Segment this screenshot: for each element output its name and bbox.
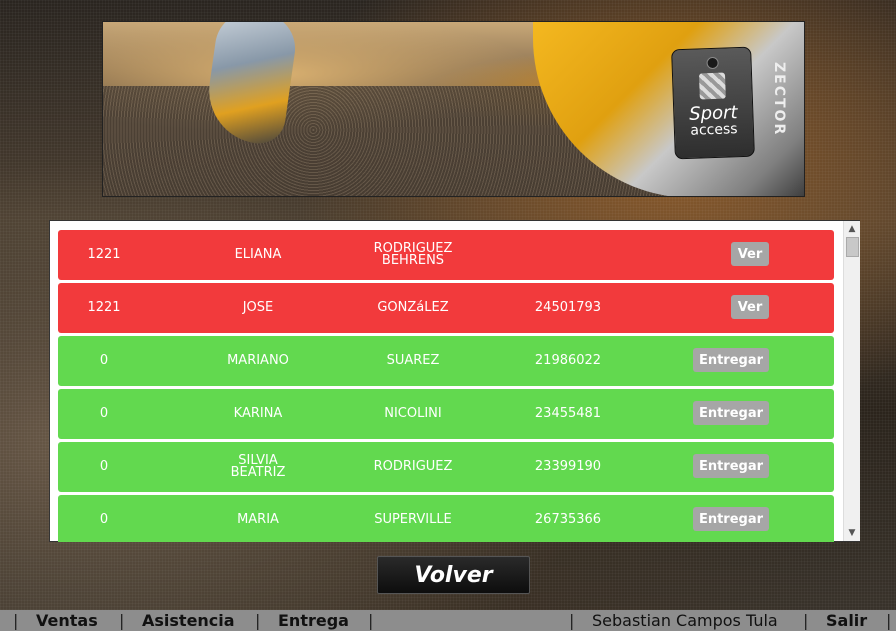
delivery-list-panel: 1221 ELIANA RODRIGUEZ BEHRENS Ver 1221 J… bbox=[49, 220, 860, 542]
entregar-button[interactable]: Entregar bbox=[693, 507, 769, 531]
row-first-name: SILVIA BEATRIZ bbox=[230, 453, 286, 480]
row-document bbox=[518, 230, 618, 280]
nav-entrega-link[interactable]: Entrega bbox=[278, 610, 349, 631]
row-first-name: ELIANA bbox=[234, 247, 282, 262]
row-document: 23455481 bbox=[534, 406, 602, 421]
row-code: 0 bbox=[99, 459, 109, 474]
ver-button[interactable]: Ver bbox=[731, 242, 769, 266]
entregar-button[interactable]: Entregar bbox=[693, 454, 769, 478]
cube-icon bbox=[698, 72, 726, 100]
row-document: 23399190 bbox=[534, 459, 602, 474]
row-last-name: RODRIGUEZ bbox=[373, 459, 453, 474]
table-row: 0 KARINA NICOLINI 23455481 Entregar bbox=[58, 389, 834, 439]
row-code: 0 bbox=[99, 406, 109, 421]
row-code: 0 bbox=[99, 512, 109, 527]
row-document: 21986022 bbox=[534, 353, 602, 368]
row-last-name: SUAREZ bbox=[386, 353, 440, 368]
row-document: 26735366 bbox=[534, 512, 602, 527]
table-row: 1221 ELIANA RODRIGUEZ BEHRENS Ver bbox=[58, 230, 834, 280]
brand-logo: ZECTOR bbox=[771, 62, 787, 137]
row-first-name: JOSE bbox=[242, 300, 274, 315]
header-banner: Sport access ZECTOR bbox=[102, 21, 805, 197]
scroll-up-arrow-icon[interactable]: ▲ bbox=[844, 221, 860, 237]
sport-access-logo: Sport access bbox=[671, 46, 755, 160]
nav-separator: | bbox=[13, 611, 19, 630]
row-last-name: NICOLINI bbox=[384, 406, 442, 421]
scroll-down-arrow-icon[interactable]: ▼ bbox=[844, 525, 860, 541]
row-document: 24501793 bbox=[534, 300, 602, 315]
nav-ventas-link[interactable]: Ventas bbox=[36, 610, 98, 631]
delivery-list: 1221 ELIANA RODRIGUEZ BEHRENS Ver 1221 J… bbox=[58, 230, 834, 542]
tag-hole-icon bbox=[706, 56, 719, 70]
table-row: 0 MARIANO SUAREZ 21986022 Entregar bbox=[58, 336, 834, 386]
table-row: 0 SILVIA BEATRIZ RODRIGUEZ 23399190 Entr… bbox=[58, 442, 834, 492]
row-first-name: MARIA bbox=[237, 512, 279, 527]
nav-separator: | bbox=[886, 611, 892, 630]
user-name: Sebastian Campos Tula bbox=[592, 611, 778, 630]
scrollbar-thumb[interactable] bbox=[846, 237, 859, 257]
entregar-button[interactable]: Entregar bbox=[693, 401, 769, 425]
salir-link[interactable]: Salir bbox=[826, 610, 867, 631]
ver-button[interactable]: Ver bbox=[731, 295, 769, 319]
logo-text-access: access bbox=[690, 121, 738, 139]
row-last-name: RODRIGUEZ BEHRENS bbox=[373, 241, 453, 268]
nav-separator: | bbox=[255, 611, 261, 630]
nav-separator: | bbox=[368, 611, 374, 630]
footer-nav-bar: | Ventas | Asistencia | Entrega | | Seba… bbox=[0, 610, 896, 631]
nav-asistencia-link[interactable]: Asistencia bbox=[142, 610, 235, 631]
volver-button[interactable]: Volver bbox=[377, 556, 530, 594]
vertical-scrollbar[interactable]: ▲ ▼ bbox=[843, 221, 860, 541]
table-row: 1221 JOSE GONZáLEZ 24501793 Ver bbox=[58, 283, 834, 333]
row-first-name: KARINA bbox=[233, 406, 283, 421]
row-last-name: SUPERVILLE bbox=[374, 512, 452, 527]
row-first-name: MARIANO bbox=[227, 353, 289, 368]
row-last-name: GONZáLEZ bbox=[377, 300, 449, 315]
row-code: 1221 bbox=[87, 300, 121, 315]
nav-separator: | bbox=[803, 611, 809, 630]
nav-separator: | bbox=[119, 611, 125, 630]
row-code: 1221 bbox=[87, 247, 121, 262]
table-row: 0 MARIA SUPERVILLE 26735366 Entregar bbox=[58, 495, 834, 542]
entregar-button[interactable]: Entregar bbox=[693, 348, 769, 372]
nav-separator: | bbox=[569, 611, 575, 630]
row-code: 0 bbox=[99, 353, 109, 368]
